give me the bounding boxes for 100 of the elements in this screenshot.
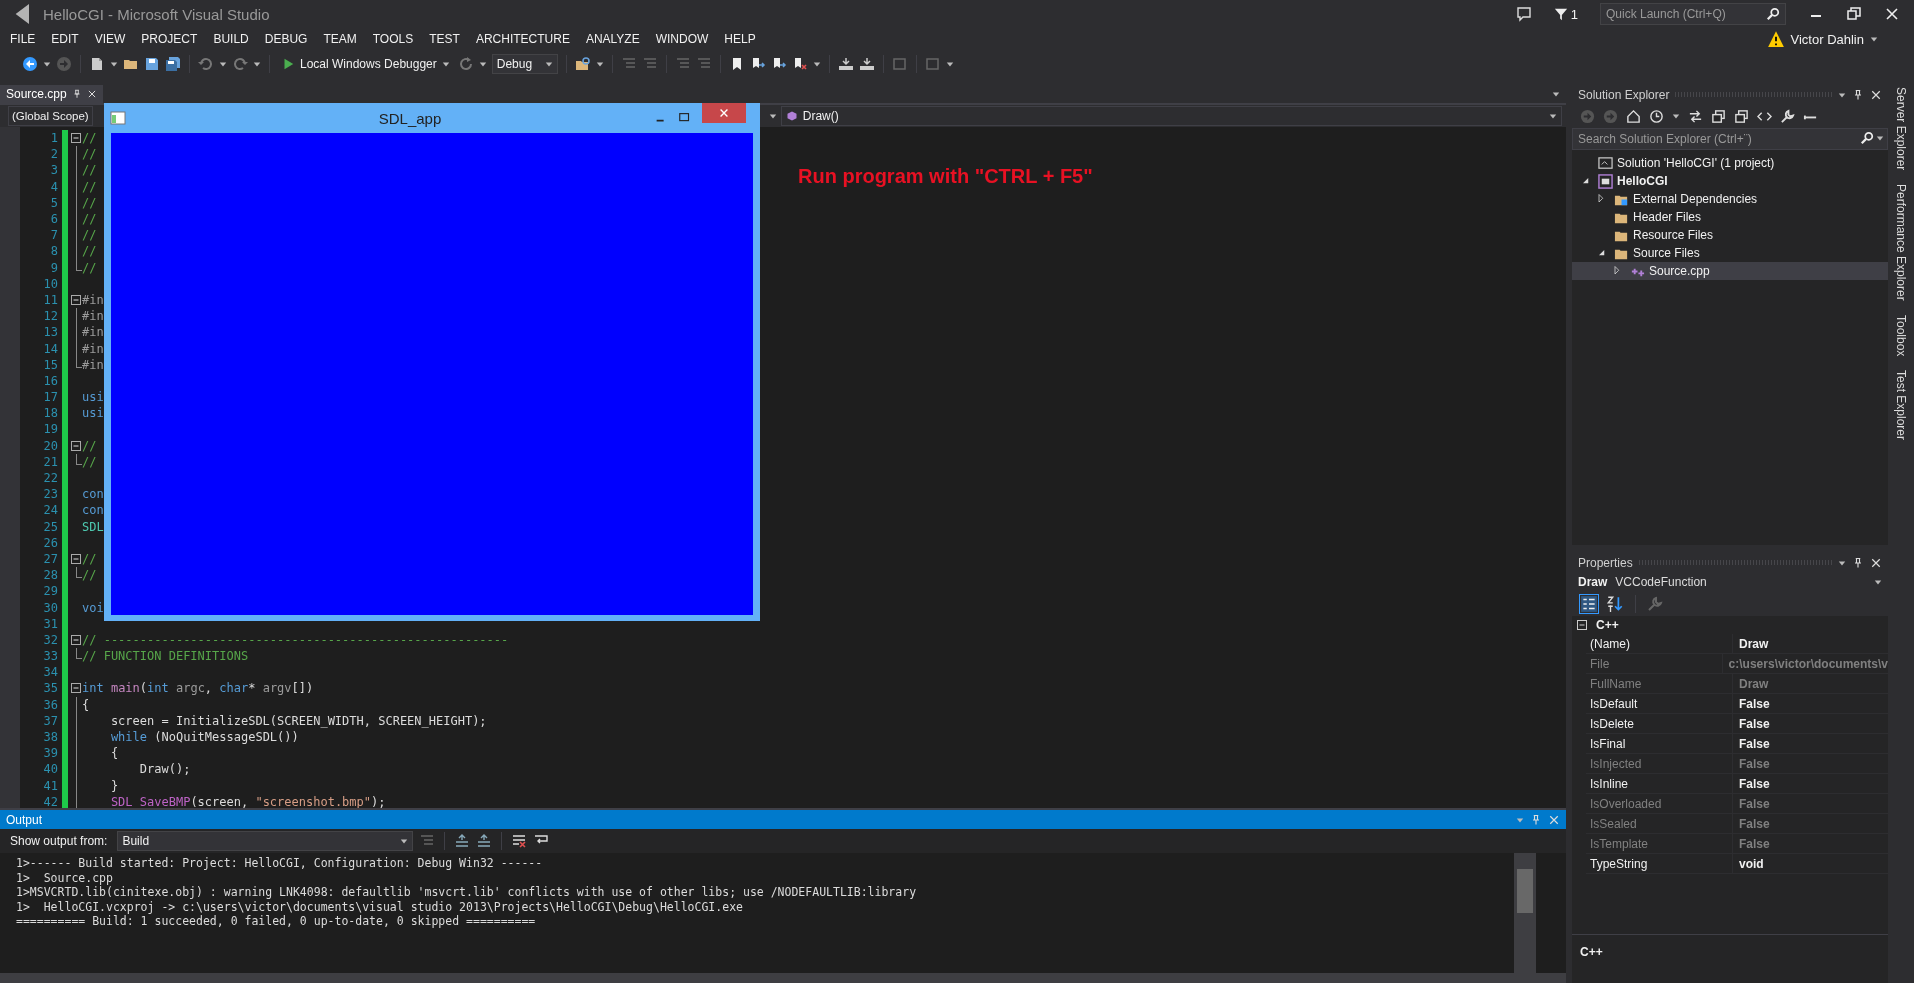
collapse-icon[interactable]: [70, 132, 82, 145]
menu-item[interactable]: PROJECT: [133, 32, 206, 46]
scrollbar-thumb[interactable]: [1517, 869, 1533, 913]
quick-launch-field[interactable]: Quick Launch (Ctrl+Q): [1600, 3, 1786, 25]
collapse-icon[interactable]: [70, 439, 82, 452]
back-icon[interactable]: [22, 56, 38, 72]
clock-icon[interactable]: [1649, 108, 1664, 124]
output-source-dropdown[interactable]: Build: [117, 831, 414, 851]
pages-icon[interactable]: [1711, 108, 1726, 124]
pin-icon[interactable]: [1852, 88, 1864, 101]
collapse-icon[interactable]: [70, 552, 82, 565]
categorized-icon[interactable]: [1580, 595, 1598, 613]
tree-item[interactable]: Header Files: [1572, 208, 1888, 226]
side-tab[interactable]: Performance Explorer: [1894, 184, 1908, 302]
tree-item[interactable]: Source.cpp: [1572, 262, 1888, 280]
document-tab[interactable]: Source.cpp: [0, 85, 103, 103]
save-all-icon[interactable]: [165, 56, 181, 72]
tree-item[interactable]: Resource Files: [1572, 226, 1888, 244]
line-number: 28: [42, 568, 59, 583]
menu-item[interactable]: WINDOW: [647, 32, 717, 46]
close-icon[interactable]: [1870, 88, 1882, 101]
tray-icon[interactable]: [858, 56, 875, 72]
line-number: 14: [42, 341, 59, 356]
property-name: IsFinal: [1586, 734, 1733, 753]
undo-icon[interactable]: [198, 56, 214, 72]
refresh-icon[interactable]: [457, 56, 474, 72]
menu-item[interactable]: EDIT: [43, 32, 87, 46]
line-number: 12: [42, 309, 59, 324]
save-icon[interactable]: [144, 56, 160, 72]
search-icon[interactable]: [1766, 7, 1780, 21]
close-icon[interactable]: [1884, 6, 1900, 22]
folder-search-icon[interactable]: [574, 56, 591, 72]
pin-icon[interactable]: [1852, 556, 1864, 569]
code-line: screen = InitializeSDL(SCREEN_WIDTH, SCREEN_HEIGHT);: [109, 713, 487, 728]
funnel-icon[interactable]: [1553, 7, 1568, 21]
scope-dropdown[interactable]: (Global Scope): [8, 106, 93, 126]
indent-icon[interactable]: [454, 833, 471, 849]
menu-item[interactable]: HELP: [716, 32, 764, 46]
sync-icon[interactable]: [1688, 108, 1703, 124]
member-dropdown[interactable]: Draw(): [780, 106, 1562, 126]
collapse-icon[interactable]: [70, 682, 82, 695]
code-line: //: [82, 244, 97, 259]
close-icon[interactable]: [1870, 556, 1882, 569]
side-tab[interactable]: Toolbox: [1894, 315, 1908, 357]
search-icon[interactable]: [1860, 131, 1874, 145]
menu-item[interactable]: TEST: [421, 32, 468, 46]
tree-item[interactable]: HelloCGI: [1572, 172, 1888, 190]
code-line: //: [82, 260, 97, 275]
menu-item[interactable]: ARCHITECTURE: [467, 32, 578, 46]
code-line: usi: [82, 390, 104, 405]
property-value[interactable]: Draw: [1733, 636, 1888, 651]
property-value[interactable]: False: [1733, 716, 1888, 731]
horizontal-scrollbar[interactable]: [0, 973, 1566, 983]
code-line: voi: [82, 600, 104, 615]
code-line: #in: [82, 309, 104, 324]
menu-item[interactable]: FILE: [2, 32, 44, 46]
object-dropdown[interactable]: Draw VCCodeFunction: [1572, 572, 1888, 592]
sort-az-icon[interactable]: [1606, 595, 1624, 613]
new-item-icon[interactable]: [89, 56, 105, 72]
search-field[interactable]: Search Solution Explorer (Ctrl+¨): [1572, 128, 1888, 150]
menu-item[interactable]: TOOLS: [364, 32, 422, 46]
tray-icon[interactable]: [837, 56, 854, 72]
side-tab[interactable]: Server Explorer: [1894, 87, 1908, 171]
line-number: 23: [42, 487, 59, 502]
property-name: IsDelete: [1586, 714, 1733, 733]
warning-icon[interactable]: [1766, 30, 1785, 48]
start-debugger-button[interactable]: Local Windows Debugger: [278, 55, 453, 73]
collapse-icon[interactable]: [1576, 619, 1588, 631]
menu-item[interactable]: DEBUG: [256, 32, 316, 46]
side-tab[interactable]: Test Explorer: [1894, 370, 1908, 441]
tree-item[interactable]: External Dependencies: [1572, 190, 1888, 208]
line-number: 9: [49, 260, 59, 275]
menu-item[interactable]: ANALYZE: [577, 32, 648, 46]
menu-item[interactable]: TEAM: [315, 32, 365, 46]
clear-icon[interactable]: [511, 833, 528, 849]
line-number: 4: [49, 179, 59, 194]
home-icon[interactable]: [1626, 108, 1641, 124]
line-number: 2: [49, 147, 59, 162]
tree-item[interactable]: Source Files: [1572, 244, 1888, 262]
line-number: 16: [42, 373, 59, 388]
outdent-icon[interactable]: [476, 833, 493, 849]
redo-icon[interactable]: [232, 56, 248, 72]
configuration-dropdown[interactable]: Debug: [491, 54, 558, 74]
tree-item[interactable]: Solution 'HelloCGI' (1 project): [1572, 154, 1888, 172]
restore-icon[interactable]: [1846, 6, 1862, 22]
property-value[interactable]: void: [1733, 856, 1888, 871]
property-value[interactable]: False: [1733, 696, 1888, 711]
code-line: #in: [82, 341, 104, 356]
pages-icon[interactable]: [1734, 108, 1749, 124]
close-icon[interactable]: [86, 89, 97, 99]
property-name: IsTemplate: [1586, 834, 1733, 853]
property-value[interactable]: False: [1733, 736, 1888, 751]
notification-count: 1: [1570, 6, 1578, 22]
speech-bubble-icon[interactable]: [1515, 6, 1532, 22]
collapse-icon[interactable]: [70, 293, 82, 306]
menu-item[interactable]: VIEW: [86, 32, 134, 46]
collapse-icon[interactable]: [70, 633, 82, 646]
account-name[interactable]: Victor Dahlin: [1790, 31, 1864, 47]
property-value[interactable]: False: [1733, 776, 1888, 791]
menu-item[interactable]: BUILD: [205, 32, 257, 46]
